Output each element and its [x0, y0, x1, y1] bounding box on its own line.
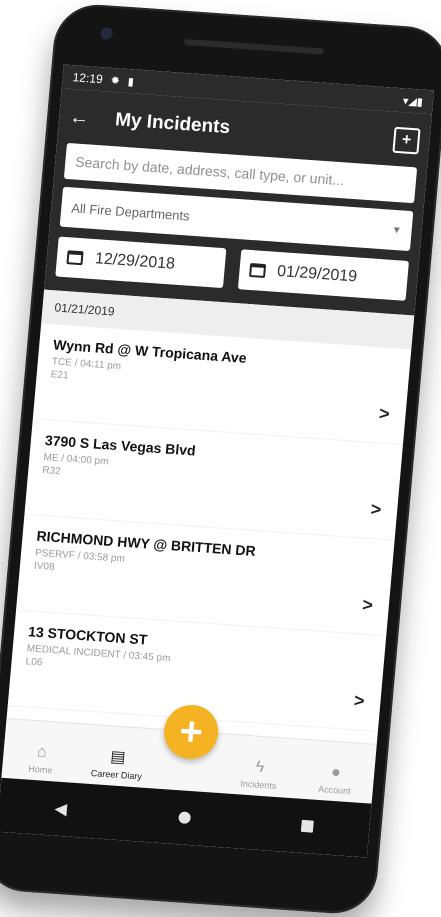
nav-incidents-label: Incidents: [240, 778, 277, 791]
nav-career-diary-label: Career Diary: [90, 768, 143, 782]
stage: 12:19 ✹ ▮ ▾◢▮ ← My Incidents + All Fire …: [0, 0, 441, 917]
department-select-value: All Fire Departments: [70, 199, 191, 224]
nav-account-label: Account: [317, 783, 352, 797]
start-date-value: 12/29/2018: [94, 250, 176, 273]
chevron-down-icon: ▼: [391, 224, 403, 236]
end-date-field[interactable]: 01/29/2019: [237, 249, 409, 301]
nav-account[interactable]: ● Account: [304, 762, 367, 797]
account-icon: ●: [330, 763, 342, 782]
phone-frame: 12:19 ✹ ▮ ▾◢▮ ← My Incidents + All Fire …: [0, 1, 441, 917]
nav-home[interactable]: ⌂ Home: [10, 741, 73, 776]
front-camera: [100, 27, 114, 40]
calendar-icon: [248, 262, 266, 279]
nav-incidents[interactable]: ϟ Incidents: [228, 757, 291, 792]
calendar-icon: [66, 250, 84, 266]
chevron-right-icon[interactable]: >: [378, 403, 390, 425]
signal-battery-icon: ▾◢▮: [402, 94, 424, 109]
home-icon: ⌂: [36, 743, 48, 761]
system-home-icon[interactable]: [177, 811, 191, 825]
speaker-grille: [183, 38, 325, 55]
app-screen: 12:19 ✹ ▮ ▾◢▮ ← My Incidents + All Fire …: [0, 64, 434, 858]
chevron-right-icon[interactable]: >: [370, 499, 382, 521]
page-title: My Incidents: [114, 109, 231, 139]
start-date-field[interactable]: 12/29/2018: [55, 236, 227, 289]
system-recents-icon[interactable]: [301, 819, 315, 833]
add-incident-icon[interactable]: +: [392, 126, 421, 155]
chevron-right-icon[interactable]: >: [361, 595, 373, 617]
diary-icon: ▤: [109, 748, 127, 767]
lightning-icon: ϟ: [254, 758, 265, 777]
end-date-value: 01/29/2019: [276, 262, 358, 286]
chevron-right-icon[interactable]: >: [353, 690, 365, 712]
status-time: 12:19: [72, 70, 104, 87]
app-header: ← My Incidents + All Fire Departments ▼ …: [44, 88, 432, 316]
gear-icon: ✹: [110, 74, 121, 87]
back-arrow-icon[interactable]: ←: [68, 106, 100, 131]
system-back-icon[interactable]: ◀: [54, 799, 68, 820]
nav-home-label: Home: [27, 763, 53, 776]
nav-career-diary[interactable]: ▤ Career Diary: [86, 745, 149, 782]
sim-icon: ▮: [127, 75, 135, 88]
